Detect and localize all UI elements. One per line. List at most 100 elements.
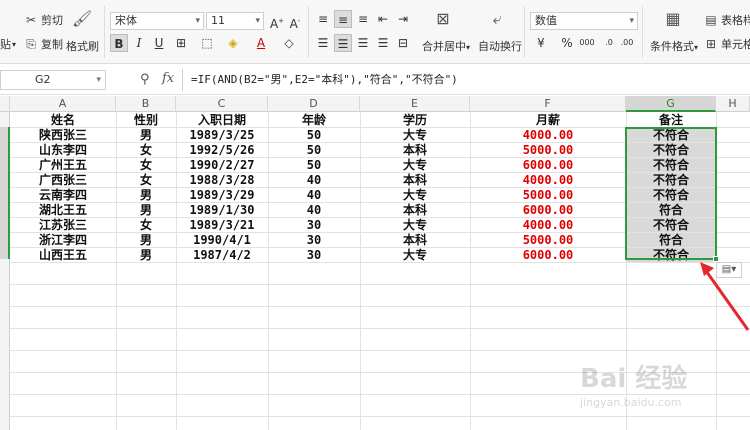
cell-sex[interactable]: 男	[116, 248, 176, 262]
cell-salary[interactable]: 4000.00	[470, 218, 626, 232]
justify-icon[interactable]: ☰	[374, 34, 392, 52]
cell-name[interactable]: 山西王五	[10, 248, 116, 262]
header-cell-salary[interactable]: 月薪	[470, 113, 626, 127]
cell-sex[interactable]: 男	[116, 188, 176, 202]
format-painter-button[interactable]: 格式刷	[66, 38, 99, 54]
align-middle-icon[interactable]: ≡	[334, 10, 352, 28]
indent-more-icon[interactable]: ⇥	[394, 10, 412, 28]
cell-age[interactable]: 30	[268, 218, 360, 232]
column-header-c[interactable]: C	[176, 96, 268, 112]
percent-icon[interactable]: %	[558, 34, 576, 52]
cell-age[interactable]: 50	[268, 128, 360, 142]
fx-icon[interactable]: fx	[162, 71, 174, 86]
cell-salary[interactable]: 5000.00	[470, 188, 626, 202]
cell-note[interactable]: 符合	[626, 203, 716, 217]
fill-icon[interactable]: ⬚	[198, 34, 216, 52]
cell-age[interactable]: 50	[268, 158, 360, 172]
column-header-e[interactable]: E	[360, 96, 470, 112]
cell-age[interactable]: 30	[268, 233, 360, 247]
cell-name[interactable]: 广州王五	[10, 158, 116, 172]
column-header-f[interactable]: F	[470, 96, 626, 112]
cell-edu[interactable]: 大专	[360, 218, 470, 232]
cell-note[interactable]: 不符合	[626, 128, 716, 142]
highlight-icon[interactable]: ◈	[224, 34, 242, 52]
font-size-select[interactable]: 11 ▾	[206, 12, 264, 30]
cell-date[interactable]: 1988/3/28	[176, 173, 268, 187]
cell-date[interactable]: 1992/5/26	[176, 143, 268, 157]
cut-button[interactable]: ✂ 剪切	[24, 12, 63, 28]
header-cell-date[interactable]: 入职日期	[176, 113, 268, 127]
decrease-decimal-icon[interactable]: .00	[618, 34, 636, 52]
corner-select-all[interactable]	[0, 96, 10, 112]
cell-name[interactable]: 陕西张三	[10, 128, 116, 142]
cell-date[interactable]: 1989/3/29	[176, 188, 268, 202]
font-name-select[interactable]: 宋体 ▾	[110, 12, 204, 30]
cell-name[interactable]: 湖北王五	[10, 203, 116, 217]
paste-button[interactable]: 贴 ▾	[0, 36, 16, 52]
cell-note[interactable]: 不符合	[626, 248, 716, 262]
number-format-select[interactable]: 数值 ▾	[530, 12, 638, 30]
cell-edu[interactable]: 大专	[360, 158, 470, 172]
column-header-d[interactable]: D	[268, 96, 360, 112]
currency-icon[interactable]: ¥	[532, 34, 550, 52]
cell-age[interactable]: 40	[268, 188, 360, 202]
font-grow-button[interactable]: A+	[268, 12, 286, 31]
column-header-b[interactable]: B	[116, 96, 176, 112]
cell-edu[interactable]: 大专	[360, 188, 470, 202]
merge-center-button[interactable]: 合并居中▾	[422, 38, 470, 54]
row-header-selected[interactable]	[0, 127, 10, 259]
border-icon[interactable]: ⊞	[172, 34, 190, 52]
row-header[interactable]	[0, 259, 10, 430]
align-center-icon[interactable]: ☰	[334, 34, 352, 52]
increase-decimal-icon[interactable]: .0	[600, 34, 618, 52]
align-top-icon[interactable]: ≡	[314, 10, 332, 28]
cell-salary[interactable]: 6000.00	[470, 248, 626, 262]
cell-age[interactable]: 40	[268, 173, 360, 187]
cell-name[interactable]: 山东李四	[10, 143, 116, 157]
font-shrink-button[interactable]: A-	[286, 12, 304, 31]
cell-salary[interactable]: 6000.00	[470, 203, 626, 217]
column-header-h[interactable]: H	[716, 96, 750, 112]
cell-edu[interactable]: 本科	[360, 203, 470, 217]
cell-age[interactable]: 30	[268, 248, 360, 262]
cell-edu[interactable]: 本科	[360, 143, 470, 157]
cell-sex[interactable]: 男	[116, 233, 176, 247]
cell-edu[interactable]: 本科	[360, 173, 470, 187]
cell-edu[interactable]: 大专	[360, 248, 470, 262]
name-box[interactable]: G2 ▾	[0, 70, 106, 90]
cell-age[interactable]: 40	[268, 203, 360, 217]
font-color-button[interactable]: A	[252, 34, 270, 52]
wrap-text-button[interactable]: 自动换行	[478, 38, 522, 54]
zoom-icon[interactable]: ⚲	[140, 72, 150, 87]
cell-name[interactable]: 浙江李四	[10, 233, 116, 247]
cell-sex[interactable]: 男	[116, 203, 176, 217]
cell-note[interactable]: 不符合	[626, 218, 716, 232]
cell-age[interactable]: 50	[268, 143, 360, 157]
cell-name[interactable]: 江苏张三	[10, 218, 116, 232]
cell-date[interactable]: 1990/4/1	[176, 233, 268, 247]
cell-style-button[interactable]: ⊞ 单元格	[704, 36, 750, 52]
underline-button[interactable]: U	[150, 34, 168, 52]
column-header-g[interactable]: G	[626, 96, 716, 112]
cell-salary[interactable]: 5000.00	[470, 233, 626, 247]
distribute-icon[interactable]: ⊟	[394, 34, 412, 52]
cell-salary[interactable]: 4000.00	[470, 173, 626, 187]
cell-note[interactable]: 符合	[626, 233, 716, 247]
cell-salary[interactable]: 4000.00	[470, 128, 626, 142]
cell-edu[interactable]: 本科	[360, 233, 470, 247]
cell-sex[interactable]: 男	[116, 128, 176, 142]
formula-input[interactable]: =IF(AND(B2="男",E2="本科"),"符合","不符合")	[182, 69, 750, 91]
header-cell-name[interactable]: 姓名	[10, 113, 116, 127]
cell-salary[interactable]: 5000.00	[470, 143, 626, 157]
cell-sex[interactable]: 女	[116, 173, 176, 187]
cell-sex[interactable]: 女	[116, 143, 176, 157]
cell-note[interactable]: 不符合	[626, 143, 716, 157]
cell-note[interactable]: 不符合	[626, 188, 716, 202]
column-header-a[interactable]: A	[10, 96, 116, 112]
thousands-icon[interactable]: 000	[578, 34, 596, 52]
header-cell-edu[interactable]: 学历	[360, 113, 470, 127]
conditional-format-button[interactable]: 条件格式▾	[650, 38, 698, 54]
cell-date[interactable]: 1987/4/2	[176, 248, 268, 262]
cell-date[interactable]: 1989/3/21	[176, 218, 268, 232]
align-bottom-icon[interactable]: ≡	[354, 10, 372, 28]
